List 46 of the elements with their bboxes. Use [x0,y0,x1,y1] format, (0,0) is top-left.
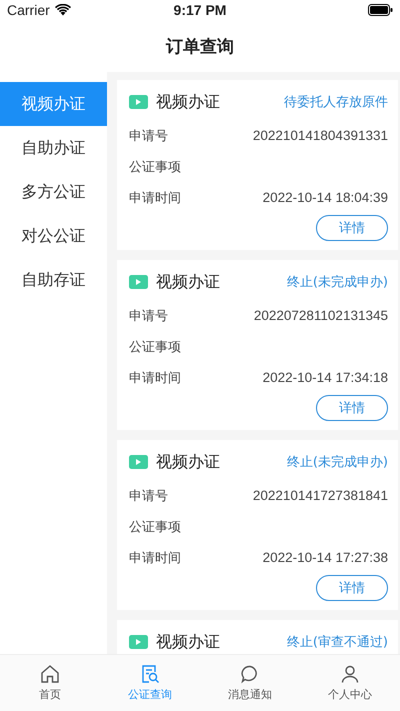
details-button[interactable]: 详情 [316,575,388,601]
home-icon [40,664,60,684]
tab-bar-item[interactable]: 首页 [0,655,100,711]
field-label: 申请号 [129,308,168,324]
tab-bar-item[interactable]: 消息通知 [200,655,300,711]
order-type: 视频办证 [156,632,220,652]
field-label: 申请时间 [129,370,181,386]
order-status: 终止(未完成申办) [286,274,388,291]
field-label: 申请时间 [129,190,181,206]
field-label: 公证事项 [129,158,181,176]
battery-icon [368,4,393,16]
field-label: 申请时间 [129,550,181,566]
details-button[interactable]: 详情 [316,215,388,241]
wifi-icon [54,4,71,16]
field-label: 公证事项 [129,338,181,356]
search-document-icon [140,664,160,684]
order-type: 视频办证 [156,452,220,472]
field-value: 202210141727381841 [252,488,388,503]
tab-bar-item[interactable]: 个人中心 [300,655,400,711]
order-type: 视频办证 [156,92,220,112]
field-value: 202210141804391331 [252,128,388,143]
category-tab[interactable]: 对公公证 [0,214,107,258]
chat-bubble-icon [240,664,260,684]
category-tab[interactable]: 自助存证 [0,258,107,302]
field-value: 2022-10-14 17:27:38 [262,550,388,565]
order-status: 待委托人存放原件 [284,94,388,111]
video-camera-icon [129,635,148,649]
category-tab[interactable]: 自助办证 [0,126,107,170]
category-tab[interactable]: 多方公证 [0,170,107,214]
field-value: 2022-10-14 18:04:39 [262,190,388,205]
video-camera-icon [129,275,148,289]
field-value: 202207281102131345 [254,308,388,323]
carrier-label: Carrier [7,2,50,18]
details-button[interactable]: 详情 [316,395,388,421]
order-status: 终止(审查不通过) [286,634,388,651]
field-label: 申请号 [129,488,168,504]
status-time: 9:17 PM [174,2,226,18]
video-camera-icon [129,455,148,469]
page-title: 订单查询 [166,36,234,58]
order-status: 终止(未完成申办) [286,454,388,471]
order-type: 视频办证 [156,272,220,292]
person-icon [340,664,360,684]
field-label: 申请号 [129,128,168,144]
field-label: 公证事项 [129,518,181,536]
video-camera-icon [129,95,148,109]
field-value: 2022-10-14 17:34:18 [262,370,388,385]
